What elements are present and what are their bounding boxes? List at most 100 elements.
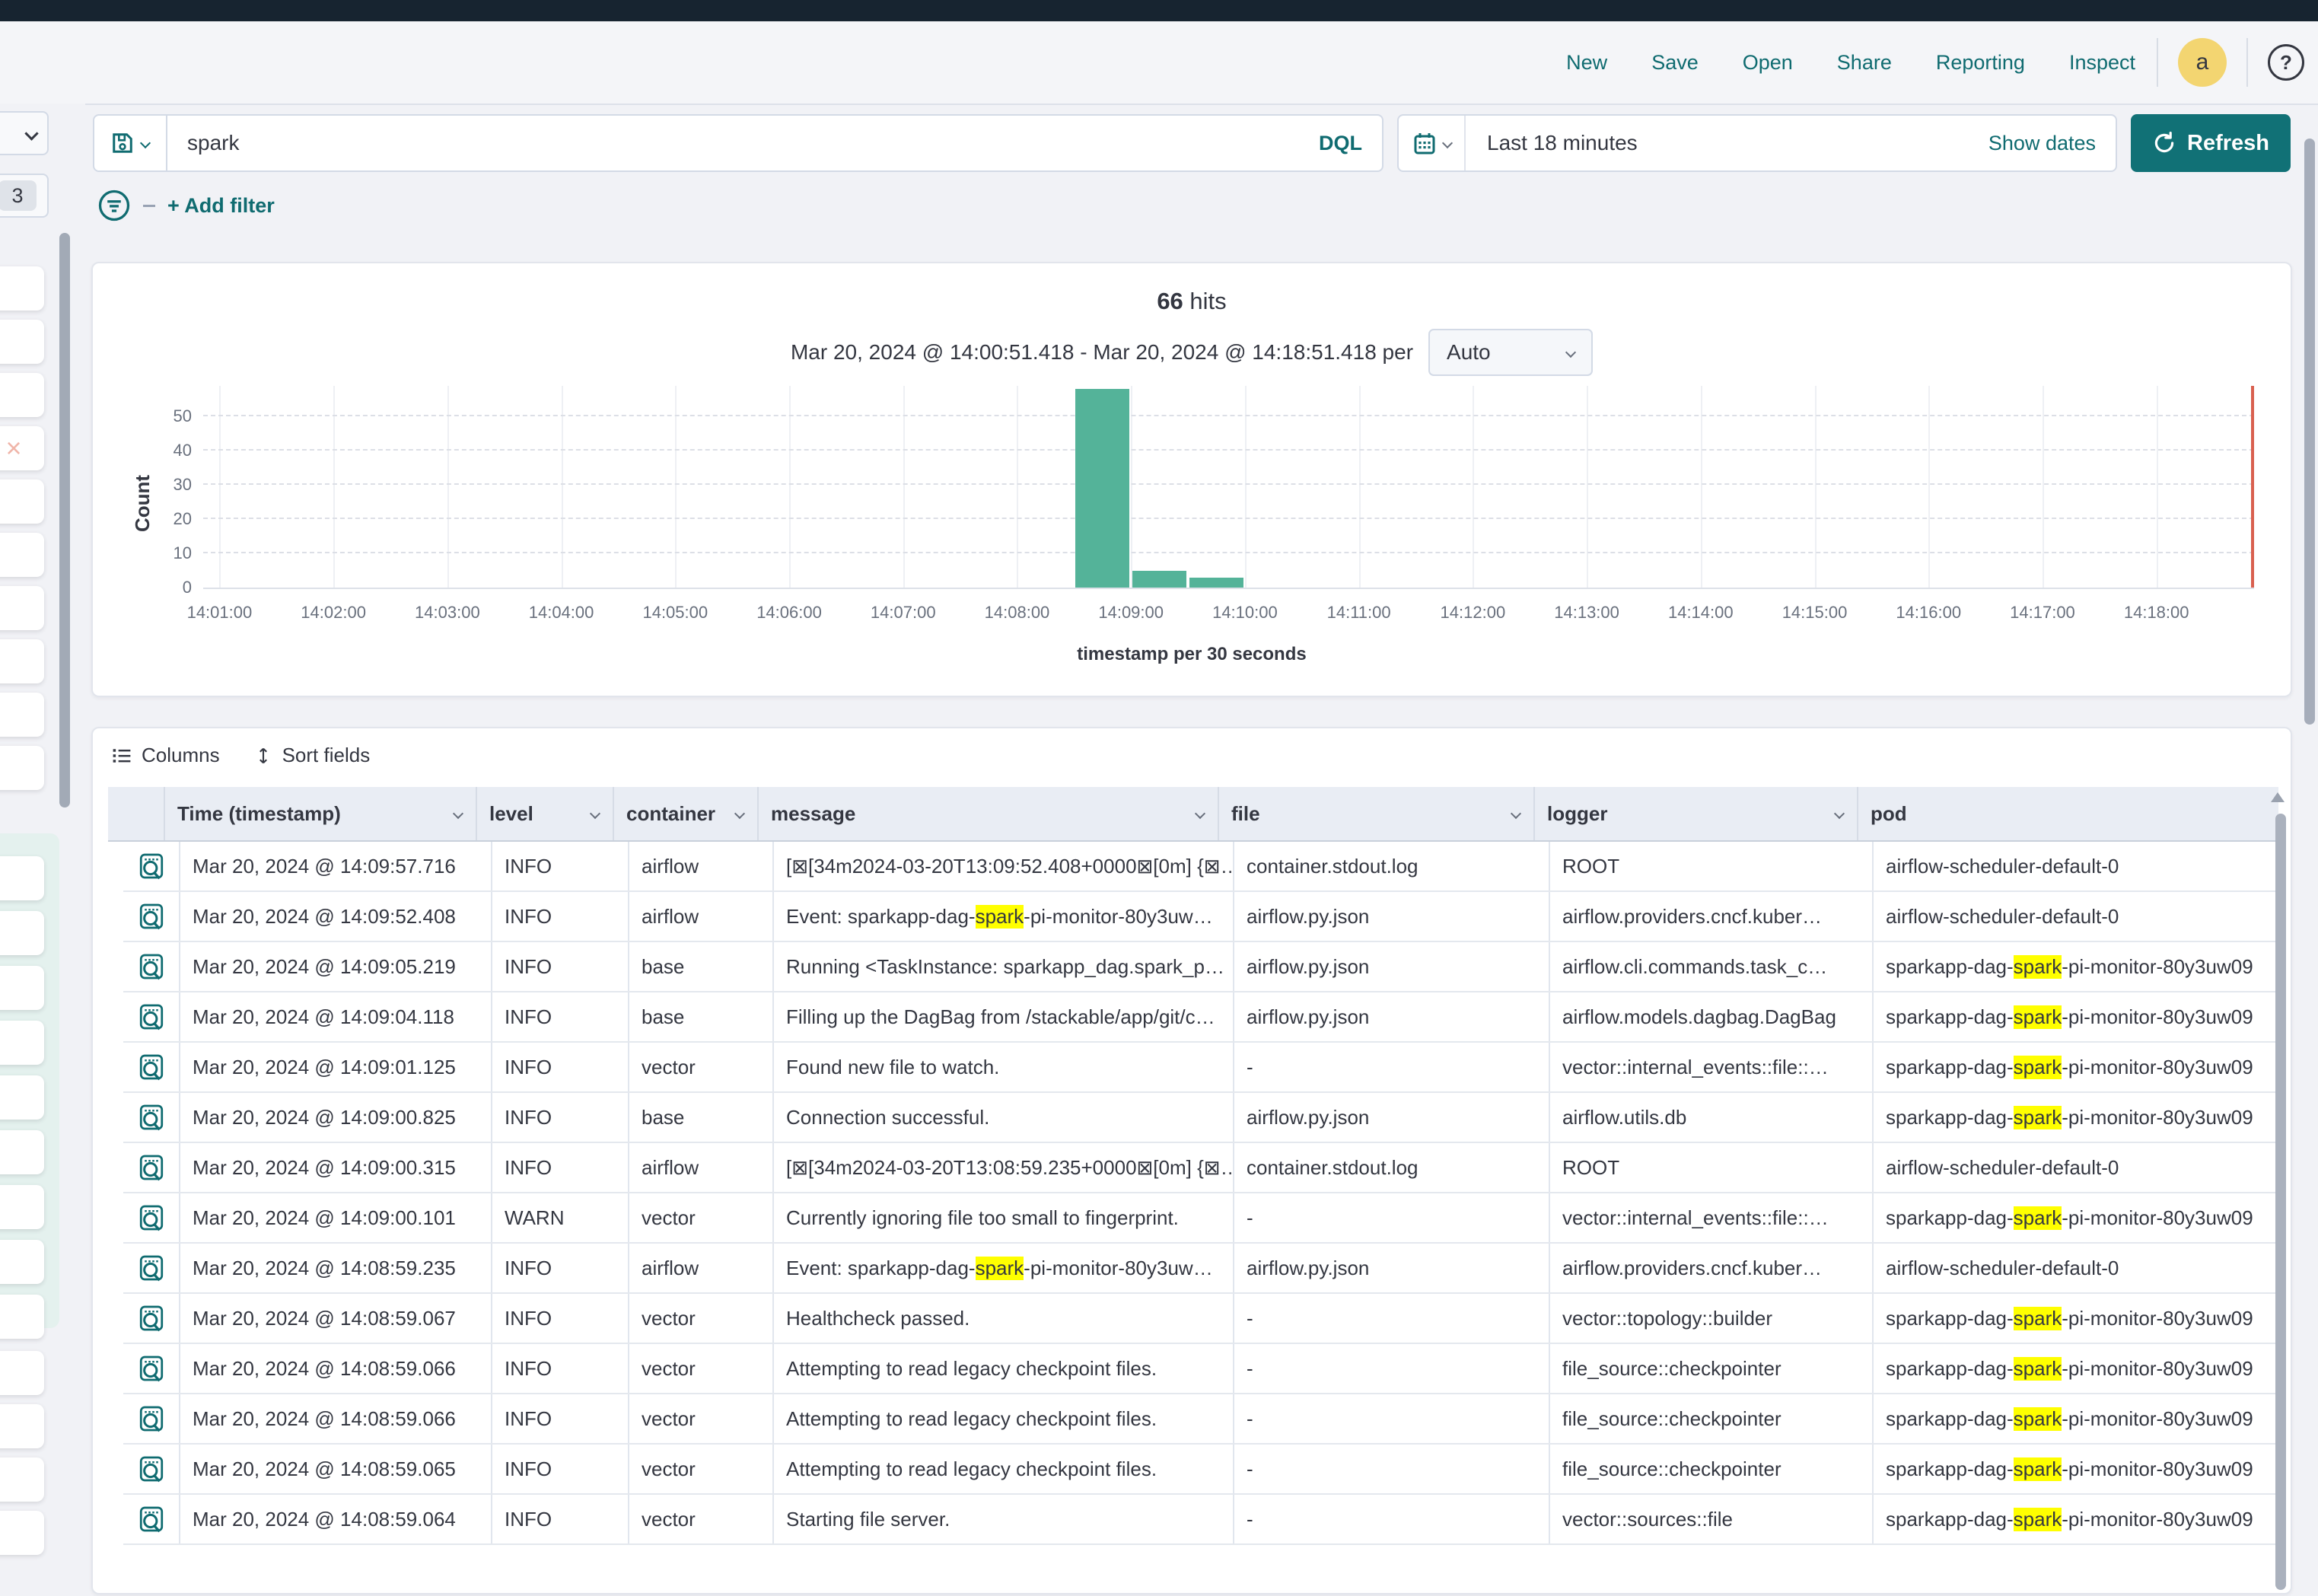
cell-container: airflow xyxy=(629,892,774,941)
top-window-strip xyxy=(0,0,2318,21)
expand-document-button[interactable] xyxy=(123,1394,180,1443)
table-scroll-up-arrow[interactable] xyxy=(2271,792,2285,802)
expand-document-button[interactable] xyxy=(123,1445,180,1493)
field-pill[interactable] xyxy=(0,1511,44,1555)
nav-new[interactable]: New xyxy=(1566,51,1607,75)
histogram-bar[interactable] xyxy=(1132,571,1186,588)
show-dates-link[interactable]: Show dates xyxy=(1988,132,2116,155)
cell-pod: sparkapp-dag-spark-pi-monitor-80y3uw09 xyxy=(1874,1394,2278,1443)
nav-save[interactable]: Save xyxy=(1651,51,1699,75)
search-input[interactable]: spark xyxy=(167,116,1319,170)
column-label: file xyxy=(1231,802,1260,826)
saved-query-menu-button[interactable] xyxy=(94,116,167,170)
field-pill[interactable] xyxy=(0,320,44,364)
add-filter-button[interactable]: + Add filter xyxy=(167,194,275,218)
expand-document-button[interactable] xyxy=(123,1043,180,1091)
expand-document-button[interactable] xyxy=(123,942,180,991)
expand-document-button[interactable] xyxy=(123,1344,180,1393)
grid-line xyxy=(203,483,2254,485)
nav-share[interactable]: Share xyxy=(1837,51,1892,75)
refresh-button[interactable]: Refresh xyxy=(2131,114,2291,172)
table-header-row: Time (timestamp) levelcontainermessage fil… xyxy=(108,787,2278,842)
expand-document-button[interactable] xyxy=(123,1294,180,1343)
column-header-file[interactable]: file xyxy=(1219,787,1535,840)
sort-fields-button[interactable]: Sort fields xyxy=(253,744,371,767)
field-pill[interactable] xyxy=(0,746,44,790)
cell-logger: airflow.utils.db xyxy=(1550,1093,1874,1142)
column-header-logger[interactable]: logger xyxy=(1535,787,1858,840)
field-pill[interactable] xyxy=(0,533,44,577)
field-pill[interactable]: × xyxy=(0,426,44,470)
time-range-label[interactable]: Last 18 minutes xyxy=(1466,116,1988,170)
histogram-plot[interactable]: 14:01:0014:02:0014:03:0014:04:0014:05:00… xyxy=(203,386,2254,589)
hits-number: 66 xyxy=(1157,288,1183,314)
expand-document-button[interactable] xyxy=(123,1143,180,1192)
histogram-bar[interactable] xyxy=(1075,389,1129,588)
cell-message: Running <TaskInstance: sparkapp_dag.spar… xyxy=(774,942,1234,991)
expand-document-button[interactable] xyxy=(123,992,180,1041)
remove-field-icon[interactable]: × xyxy=(5,435,21,462)
cell-container: airflow xyxy=(629,842,774,890)
field-pill[interactable] xyxy=(0,373,44,417)
columns-button[interactable]: Columns xyxy=(111,744,220,767)
column-header-message[interactable]: message xyxy=(759,787,1219,840)
field-pill[interactable] xyxy=(0,1295,44,1339)
cell-message: Attempting to read legacy checkpoint fil… xyxy=(774,1394,1234,1443)
cell-pod: sparkapp-dag-spark-pi-monitor-80y3uw09 xyxy=(1874,1495,2278,1543)
filter-icon[interactable] xyxy=(97,189,131,222)
column-header-time-timestamp-[interactable]: Time (timestamp) xyxy=(165,787,477,840)
field-pill[interactable] xyxy=(0,1021,44,1065)
column-header-container[interactable]: container xyxy=(614,787,759,840)
interval-select[interactable]: Auto xyxy=(1428,329,1593,376)
field-pill[interactable] xyxy=(0,1404,44,1448)
cell-logger: vector::internal_events::file::… xyxy=(1550,1043,1874,1091)
field-pill[interactable] xyxy=(0,639,44,683)
field-pill[interactable] xyxy=(0,693,44,737)
field-pill[interactable] xyxy=(0,586,44,630)
x-tick-label: 14:16:00 xyxy=(1896,603,1961,623)
expand-document-button[interactable] xyxy=(123,1093,180,1142)
cell-file: - xyxy=(1234,1294,1550,1343)
nav-inspect[interactable]: Inspect xyxy=(2069,51,2135,75)
cell-logger: vector::internal_events::file::… xyxy=(1550,1193,1874,1242)
field-pill[interactable] xyxy=(0,911,44,955)
field-pill[interactable] xyxy=(0,1240,44,1284)
field-sidebar-collapsed: 3 × xyxy=(0,104,85,1548)
column-header-pod[interactable]: pod xyxy=(1858,787,2278,840)
expand-document-button[interactable] xyxy=(123,1495,180,1543)
field-pill[interactable] xyxy=(0,856,44,900)
column-header-level[interactable]: level xyxy=(477,787,614,840)
histogram-bar[interactable] xyxy=(1189,578,1243,588)
help-icon[interactable]: ? xyxy=(2268,44,2304,81)
expand-document-button[interactable] xyxy=(123,1244,180,1292)
quick-select-menu-button[interactable] xyxy=(1399,116,1466,170)
column-label: Time (timestamp) xyxy=(177,802,341,826)
cell-logger: file_source::checkpointer xyxy=(1550,1394,1874,1443)
results-table-panel: Columns Sort fields Time (timestamp) leve… xyxy=(91,727,2292,1594)
field-pill[interactable] xyxy=(0,1130,44,1174)
x-tick-label: 14:18:00 xyxy=(2124,603,2189,623)
field-pill[interactable] xyxy=(0,1457,44,1502)
field-pill[interactable] xyxy=(0,1351,44,1395)
expand-document-button[interactable] xyxy=(123,892,180,941)
cell-message: [⊠[34m2024-03-20T13:08:59.235+0000⊠[0m] … xyxy=(774,1143,1234,1192)
nav-open[interactable]: Open xyxy=(1743,51,1793,75)
sidebar-collapse-button[interactable] xyxy=(0,111,49,155)
field-pill[interactable] xyxy=(0,479,44,524)
avatar[interactable]: a xyxy=(2178,38,2227,87)
field-pill[interactable] xyxy=(0,1075,44,1120)
table-row: Mar 20, 2024 @ 14:09:01.125INFOvectorFou… xyxy=(123,1043,2278,1093)
expand-document-button[interactable] xyxy=(123,842,180,890)
chevron-down-icon xyxy=(590,808,600,819)
table-scrollbar[interactable] xyxy=(2275,814,2286,1590)
field-pill[interactable] xyxy=(0,266,44,311)
expand-document-button[interactable] xyxy=(123,1193,180,1242)
x-tick-label: 14:11:00 xyxy=(1327,603,1391,623)
sidebar-scrollbar[interactable] xyxy=(59,233,70,808)
column-header-icon[interactable] xyxy=(108,787,165,840)
nav-reporting[interactable]: Reporting xyxy=(1936,51,2025,75)
field-pill[interactable] xyxy=(0,966,44,1010)
page-scrollbar[interactable] xyxy=(2304,139,2315,725)
field-pill[interactable] xyxy=(0,1185,44,1229)
query-language-button[interactable]: DQL xyxy=(1319,132,1382,155)
